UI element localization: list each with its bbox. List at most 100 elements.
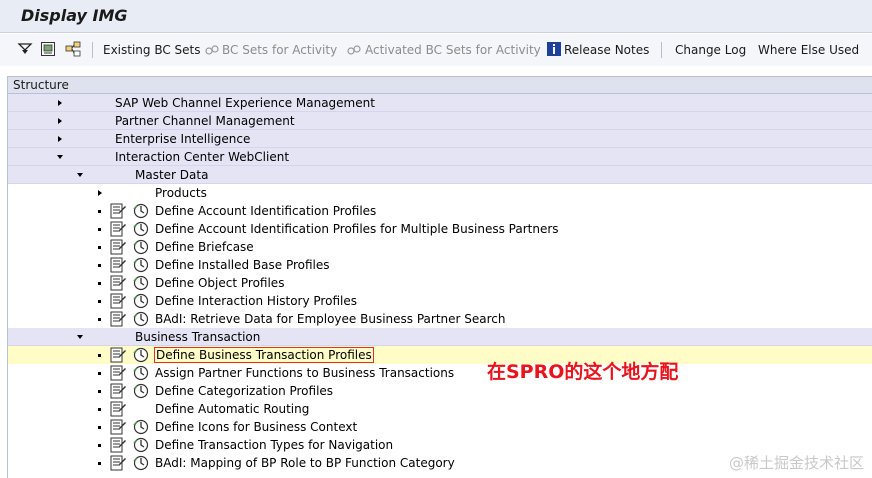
- execute-clock-icon[interactable]: [133, 455, 149, 471]
- tree-activity[interactable]: Define Object Profiles: [8, 274, 872, 292]
- execute-clock-icon[interactable]: [133, 293, 149, 309]
- collapse-arrow-icon[interactable]: [77, 335, 83, 339]
- watermark: @稀土掘金技术社区: [728, 454, 864, 472]
- collapse-arrow-icon[interactable]: [57, 155, 63, 159]
- tree-node-label: Master Data: [135, 168, 209, 182]
- bullet: [98, 426, 101, 429]
- tree-node[interactable]: Products: [8, 184, 872, 202]
- tree-activity[interactable]: Define Interaction History Profiles: [8, 292, 872, 310]
- tree-node-label: BAdI: Retrieve Data for Employee Busines…: [155, 312, 506, 326]
- documentation-icon[interactable]: [110, 401, 127, 417]
- tree-node-label: Business Transaction: [135, 330, 261, 344]
- execute-clock-icon[interactable]: [133, 239, 149, 255]
- expand-arrow-icon[interactable]: [98, 190, 102, 196]
- expand-arrow-icon[interactable]: [58, 118, 62, 124]
- tree-node-label: Define Business Transaction Profiles: [154, 347, 374, 363]
- tree-node-label: Products: [155, 186, 207, 200]
- documentation-icon[interactable]: [110, 311, 127, 327]
- toolbar-separator: [661, 42, 662, 58]
- execute-clock-icon[interactable]: [133, 365, 149, 381]
- tree-node-label: BAdI: Mapping of BP Role to BP Function …: [155, 456, 455, 470]
- tree-node-label: Define Account Identification Profiles f…: [155, 222, 559, 236]
- change-log-button[interactable]: Change Log: [675, 42, 746, 58]
- img-structure-tree: Structure SAP Web Channel Experience Man…: [7, 76, 872, 478]
- execute-clock-icon[interactable]: [133, 311, 149, 327]
- bullet: [98, 282, 101, 285]
- bullet: [98, 444, 101, 447]
- tree-activity-selected[interactable]: Define Business Transaction Profiles: [8, 346, 872, 364]
- documentation-icon[interactable]: [110, 257, 127, 273]
- documentation-icon[interactable]: [110, 203, 127, 219]
- tree-node[interactable]: Business Transaction: [8, 328, 872, 346]
- bullet: [98, 246, 101, 249]
- activated-bc-set-glasses-icon: [347, 45, 361, 55]
- subtree-icon[interactable]: [65, 41, 81, 57]
- window-title: Display IMG: [21, 6, 128, 25]
- bc-set-glasses-icon: [205, 45, 219, 55]
- tree-node-label: Define Briefcase: [155, 240, 254, 254]
- find-icon[interactable]: [40, 41, 56, 57]
- documentation-icon[interactable]: [110, 383, 127, 399]
- tree-node[interactable]: Interaction Center WebClient: [8, 148, 872, 166]
- documentation-icon[interactable]: [110, 239, 127, 255]
- expand-all-icon[interactable]: [17, 41, 33, 57]
- execute-clock-icon[interactable]: [133, 257, 149, 273]
- tree-node-label: Define Automatic Routing: [155, 402, 310, 416]
- bullet: [98, 228, 101, 231]
- activated-bc-sets-button[interactable]: Activated BC Sets for Activity: [365, 42, 541, 58]
- documentation-icon[interactable]: [110, 275, 127, 291]
- tree-node-label: SAP Web Channel Experience Management: [115, 96, 375, 110]
- tree-node[interactable]: Master Data: [8, 166, 872, 184]
- tree-activity[interactable]: Define Automatic Routing: [8, 400, 872, 418]
- collapse-arrow-icon[interactable]: [77, 173, 83, 177]
- where-else-used-button[interactable]: Where Else Used: [758, 42, 859, 58]
- bullet: [98, 354, 101, 357]
- tree-node-label: Define Object Profiles: [155, 276, 285, 290]
- expand-arrow-icon[interactable]: [58, 136, 62, 142]
- execute-clock-icon[interactable]: [133, 347, 149, 363]
- documentation-icon[interactable]: [110, 437, 127, 453]
- bullet: [98, 390, 101, 393]
- documentation-icon[interactable]: [110, 221, 127, 237]
- tree-activity[interactable]: Define Categorization Profiles: [8, 382, 872, 400]
- tree-node[interactable]: Enterprise Intelligence: [8, 130, 872, 148]
- tree-node[interactable]: SAP Web Channel Experience Management: [8, 94, 872, 112]
- tree-activity[interactable]: Assign Partner Functions to Business Tra…: [8, 364, 872, 382]
- tree-activity[interactable]: Define Icons for Business Context: [8, 418, 872, 436]
- execute-clock-icon[interactable]: [133, 275, 149, 291]
- documentation-icon[interactable]: [110, 293, 127, 309]
- tree-node-label: Enterprise Intelligence: [115, 132, 251, 146]
- existing-bc-sets-button[interactable]: Existing BC Sets: [103, 42, 201, 58]
- bullet: [98, 300, 101, 303]
- tree-activity[interactable]: Define Installed Base Profiles: [8, 256, 872, 274]
- bullet: [98, 372, 101, 375]
- annotation-text: 在SPRO的这个地方配: [487, 361, 679, 383]
- tree-node-label: Partner Channel Management: [115, 114, 295, 128]
- release-notes-button[interactable]: Release Notes: [564, 42, 649, 58]
- tree-node[interactable]: Partner Channel Management: [8, 112, 872, 130]
- expand-arrow-icon[interactable]: [58, 100, 62, 106]
- tree-node-label: Interaction Center WebClient: [115, 150, 290, 164]
- application-toolbar: Existing BC Sets BC Sets for Activity Ac…: [0, 34, 872, 66]
- execute-clock-icon[interactable]: [133, 437, 149, 453]
- documentation-icon[interactable]: [110, 365, 127, 381]
- tree-activity[interactable]: BAdI: Retrieve Data for Employee Busines…: [8, 310, 872, 328]
- execute-clock-icon[interactable]: [133, 203, 149, 219]
- tree-node-label: Define Account Identification Profiles: [155, 204, 377, 218]
- tree-activity[interactable]: Define Account Identification Profiles f…: [8, 220, 872, 238]
- execute-clock-icon[interactable]: [133, 383, 149, 399]
- execute-clock-icon[interactable]: [133, 419, 149, 435]
- info-icon: [547, 42, 561, 56]
- bc-sets-for-activity-button[interactable]: BC Sets for Activity: [222, 42, 337, 58]
- documentation-icon[interactable]: [110, 347, 127, 363]
- documentation-icon[interactable]: [110, 419, 127, 435]
- documentation-icon[interactable]: [110, 455, 127, 471]
- bullet: [98, 408, 101, 411]
- execute-clock-icon[interactable]: [133, 221, 149, 237]
- bullet: [98, 462, 101, 465]
- tree-node-label: Define Interaction History Profiles: [155, 294, 357, 308]
- tree-activity[interactable]: Define Account Identification Profiles: [8, 202, 872, 220]
- tree-activity[interactable]: Define Briefcase: [8, 238, 872, 256]
- bullet: [98, 264, 101, 267]
- bullet: [98, 210, 101, 213]
